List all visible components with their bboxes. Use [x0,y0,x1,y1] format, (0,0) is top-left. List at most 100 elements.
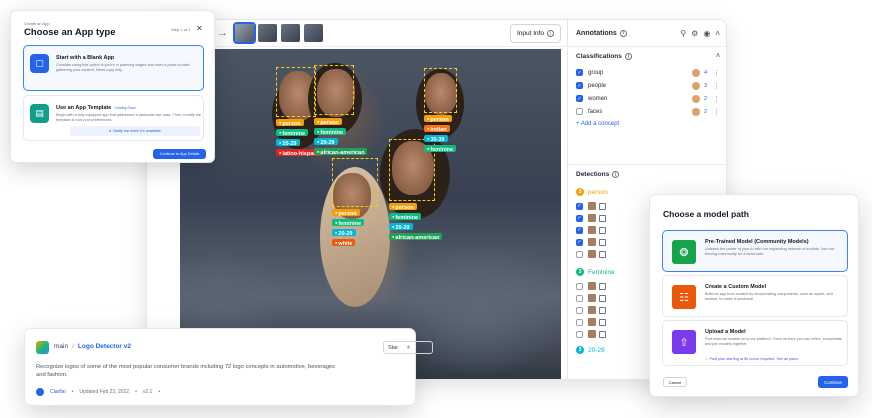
star-button[interactable]: Star ★ 122 [383,341,433,354]
concept-label: women [588,95,608,102]
paid-plan-notice[interactable]: ⚠ Paid plan starting at $x.xx/mo require… [705,356,798,361]
checkbox-unchecked[interactable] [576,294,583,302]
option-title-text: Use an App Template [56,105,112,111]
more-icon[interactable]: ⋮ [713,82,720,90]
classification-row[interactable]: ✓ women 2 ⋮ [568,92,726,105]
more-icon[interactable]: ⋮ [713,69,720,77]
upload-model-option[interactable]: ⇧ Upload a Model Port external models on… [662,320,848,366]
add-concept-link[interactable]: + Add a concept [568,118,726,130]
tag-feminine[interactable]: feminine [332,219,365,227]
crop-thumbnail [588,214,596,222]
meta-separator-icon: • [71,389,74,395]
more-icon[interactable]: ⋮ [713,108,720,116]
bbox-icon [599,214,606,222]
tag-feminine[interactable]: feminine [276,129,309,137]
option-description: Build an app from scratch by incorporati… [705,292,833,301]
chevron-up-icon[interactable]: ˄ [715,29,720,38]
checkbox-checked[interactable]: ✓ [576,238,583,246]
checkbox-checked[interactable]: ✓ [576,226,583,234]
bbox-icon [599,202,606,210]
chevron-up-icon[interactable]: ˄ [716,53,720,60]
tag-feminine[interactable]: feminine [314,128,347,136]
notify-label: Notify me when it's available [113,129,161,133]
concept-count: 3 [704,82,708,89]
count-badge: 3 [576,188,584,196]
thumbnail[interactable] [281,24,300,42]
count-badge: 3 [576,268,584,276]
option-description: Port external models on to our platform.… [705,337,842,346]
thumbnail[interactable] [258,24,277,42]
option-title: Pre-Trained Model (Community Models) [705,239,809,245]
tag-age[interactable]: 30-39 [424,135,448,143]
custom-model-option[interactable]: ☷ Create a Custom Model Build an app fro… [662,275,848,317]
pretrained-model-option[interactable]: ❂ Pre-Trained Model (Community Models) U… [662,230,848,272]
tag-person[interactable]: person [424,115,452,123]
classification-row[interactable]: ✓ group 4 ⋮ [568,66,726,79]
crop-thumbnail [588,250,596,258]
app-template-option[interactable]: ▤ Use an App Template Coming Soon Begin w… [23,95,204,141]
input-info-button[interactable]: Input Info i [510,24,561,43]
continue-to-app-details-button[interactable]: Continue to App Details [153,149,206,159]
tag-person[interactable]: person [389,203,417,211]
tag-ethnicity[interactable]: african-american [389,233,443,241]
model-owner-link[interactable]: main [54,343,68,350]
checkbox-unchecked[interactable] [576,306,583,314]
checkbox-checked[interactable]: ✓ [576,214,583,222]
tag-person[interactable]: person [332,209,360,217]
cube-icon: ▢ [30,54,49,73]
model-card[interactable]: main / Logo Detector v2 Star ★ 122 Recog… [24,328,433,406]
model-logo-icon [36,341,49,354]
checkbox-checked[interactable]: ✓ [576,95,583,102]
crop-thumbnail [588,294,596,302]
model-name-link[interactable]: Logo Detector v2 [78,343,131,350]
thumbnail[interactable] [233,22,256,44]
notify-me-button[interactable]: ♦ Notify me when it's available [70,126,200,136]
detection-group-label: person [588,188,608,196]
tag-age[interactable]: 20-29 [389,223,413,231]
classifications-section-header[interactable]: Classifications i ˄ [568,47,726,66]
tag-age[interactable]: 20-29 [276,139,300,147]
eye-icon[interactable]: ◉ [703,29,710,38]
blank-app-option[interactable]: ▢ Start with a Blank App Consider using … [23,45,204,91]
checkbox-unchecked[interactable] [576,108,583,115]
detections-section-header[interactable]: Detections i [568,165,726,184]
gear-icon[interactable]: ⚙ [691,29,698,38]
checkbox-unchecked[interactable] [576,250,583,258]
thumbnail[interactable] [304,24,323,42]
updated-date: Updated Feb 23, 2022 [79,389,130,395]
next-arrow-icon[interactable]: → [217,27,228,39]
checkbox-unchecked[interactable] [576,330,583,338]
bounding-box[interactable] [424,68,457,113]
tag-age[interactable]: 20-29 [332,229,356,237]
tag-ethnicity[interactable]: indian [424,125,450,133]
breadcrumb-separator: / [72,343,74,350]
info-icon: i [612,171,620,178]
tag-ethnicity[interactable]: african-american [314,148,368,156]
checkbox-unchecked[interactable] [576,318,583,326]
avatar [692,94,700,103]
checkbox-checked[interactable]: ✓ [576,69,583,76]
input-info-label: Input Info [516,30,545,37]
checkbox-checked[interactable]: ✓ [576,82,583,89]
checkbox-checked[interactable]: ✓ [576,202,583,210]
org-link[interactable]: Clarifai [50,389,66,395]
classification-row[interactable]: ✓ people 3 ⋮ [568,79,726,92]
bounding-box[interactable] [332,158,378,207]
tag-feminine[interactable]: feminine [389,213,422,221]
tag-ethnicity[interactable]: white [332,239,356,247]
bounding-box[interactable] [276,67,316,117]
bbox-icon [599,294,606,302]
tag-age[interactable]: 20-29 [314,138,338,146]
close-icon[interactable]: ✕ [196,24,203,33]
search-icon[interactable]: ⚲ [680,29,686,38]
tag-feminine[interactable]: feminine [424,145,457,153]
continue-button[interactable]: Continue [818,376,848,388]
cancel-button[interactable]: Cancel [663,377,687,387]
classification-row[interactable]: faces 2 ⋮ [568,105,726,118]
bbox-icon [599,250,606,258]
tag-person[interactable]: person [314,118,342,126]
bounding-box[interactable] [314,65,354,115]
checkbox-unchecked[interactable] [576,282,583,290]
more-icon[interactable]: ⋮ [713,95,720,103]
tag-person[interactable]: person [276,119,304,127]
